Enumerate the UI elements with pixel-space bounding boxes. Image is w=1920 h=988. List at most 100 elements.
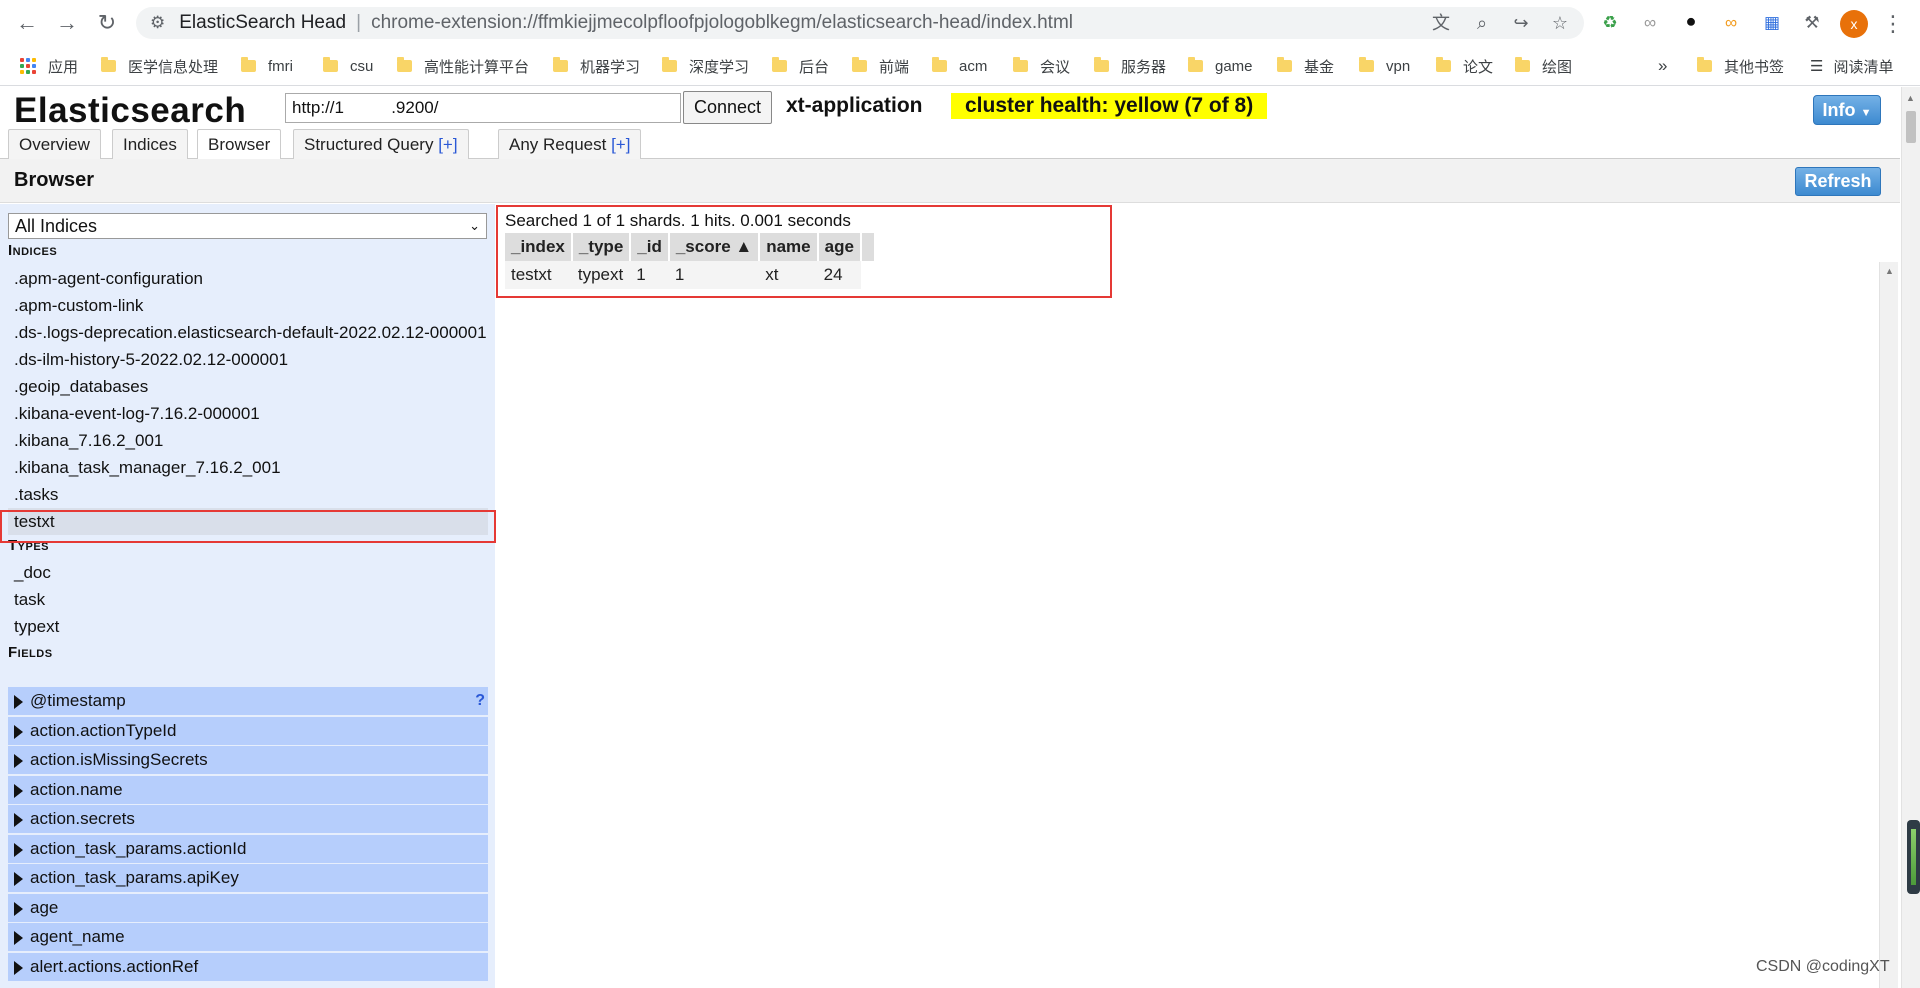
other-bookmarks-label: 其他书签: [1724, 58, 1785, 76]
tab-label: Overview: [19, 135, 90, 154]
bookmark-folder[interactable]: 论文: [1436, 54, 1493, 78]
results-scrollbar[interactable]: ▲: [1879, 262, 1898, 988]
bookmark-folder[interactable]: 服务器: [1094, 54, 1166, 78]
other-bookmarks[interactable]: 其他书签: [1697, 54, 1784, 78]
bookmark-label: 高性能计算平台: [424, 58, 530, 76]
refresh-button[interactable]: Refresh: [1795, 167, 1881, 196]
extension-infinity-icon[interactable]: ∞: [1638, 11, 1662, 35]
tab-indices[interactable]: Indices: [112, 129, 188, 159]
scrollbar-thumb[interactable]: [1906, 111, 1916, 143]
bookmark-folder[interactable]: vpn: [1359, 54, 1410, 78]
bookmarks-bar: 应用 医学信息处理 fmri csu 高性能计算平台 机器学习 深度学习 后台 …: [0, 46, 1920, 86]
extension-recycle-icon[interactable]: ♻: [1598, 11, 1622, 35]
search-summary: Searched 1 of 1 shards. 1 hits. 0.001 se…: [505, 211, 851, 230]
bookmark-folder[interactable]: 基金: [1277, 54, 1334, 78]
field-label: alert.actions.actionRef: [30, 957, 199, 976]
field-item[interactable]: action.actionTypeId: [8, 717, 488, 745]
bookmark-folder[interactable]: 后台: [772, 54, 829, 78]
bookmark-folder[interactable]: acm: [932, 54, 987, 78]
expand-triangle-icon: [14, 754, 23, 768]
bookmark-folder[interactable]: 高性能计算平台: [397, 54, 529, 78]
extension-key-icon[interactable]: ⚫: [1679, 11, 1703, 35]
field-item[interactable]: action_task_params.apiKey: [8, 864, 488, 892]
expand-triangle-icon: [14, 902, 23, 916]
folder-icon: [1436, 57, 1451, 72]
reading-list-label: 阅读清单: [1833, 58, 1894, 76]
bookmark-folder[interactable]: csu: [323, 54, 373, 78]
bookmark-folder[interactable]: 深度学习: [662, 54, 749, 78]
tab-structured-query[interactable]: Structured Query [+]: [293, 129, 469, 159]
tab-label: Structured Query: [304, 135, 434, 154]
bookmark-folder[interactable]: 医学信息处理: [101, 54, 218, 78]
extension-co-icon[interactable]: ∞: [1719, 11, 1743, 35]
table-header-row: _index _type _id _score ▲ name age: [505, 233, 876, 261]
connect-button[interactable]: Connect: [683, 91, 772, 124]
cluster-url-input[interactable]: [285, 93, 681, 123]
address-bar[interactable]: ⚙ ElasticSearch Head | chrome-extension:…: [136, 7, 1584, 39]
tab-add-icon: [+]: [438, 135, 458, 154]
reload-icon[interactable]: ↻: [92, 8, 122, 38]
field-label: action.actionTypeId: [30, 721, 177, 740]
bookmark-folder[interactable]: 会议: [1013, 54, 1070, 78]
folder-icon: [1188, 57, 1203, 72]
column-header[interactable]: _type: [571, 233, 632, 261]
table-row[interactable]: testxt typext 1 1 xt 24: [505, 261, 875, 289]
field-label: action.secrets: [30, 809, 135, 828]
field-item[interactable]: alert.actions.actionRef: [8, 953, 488, 981]
back-arrow-icon[interactable]: ←: [12, 8, 42, 38]
field-item[interactable]: @timestamp?: [8, 687, 488, 715]
extension-puzzle-icon: ⚙: [150, 13, 166, 32]
bookmark-folder[interactable]: fmri: [241, 54, 293, 78]
cluster-name: xt-application: [786, 94, 923, 117]
info-dropdown-button[interactable]: Info ▼: [1813, 95, 1881, 125]
bookmark-folder[interactable]: 绘图: [1515, 54, 1572, 78]
bookmarks-overflow-chevron-icon[interactable]: »: [1658, 54, 1667, 78]
extension-chart-icon[interactable]: ▦: [1760, 11, 1784, 35]
bookmark-folder[interactable]: 前端: [852, 54, 909, 78]
tab-browser[interactable]: Browser: [197, 129, 282, 160]
field-label: agent_name: [30, 927, 125, 946]
translate-icon[interactable]: 文: [1430, 12, 1452, 34]
apps-icon: [20, 58, 36, 74]
share-icon[interactable]: ↪: [1510, 12, 1532, 34]
bookmark-label: 服务器: [1121, 58, 1167, 76]
caret-down-icon: ▼: [1860, 107, 1872, 119]
scroll-up-arrow-icon[interactable]: ▲: [1885, 266, 1894, 276]
scroll-up-arrow-icon[interactable]: ▲: [1906, 93, 1915, 103]
reading-list[interactable]: ☰ 阅读清单: [1810, 54, 1893, 78]
chrome-menu-icon[interactable]: ⋮: [1882, 10, 1904, 38]
cluster-health-badge: cluster health: yellow (7 of 8): [951, 93, 1268, 119]
column-header-sorted[interactable]: _score ▲: [668, 233, 761, 261]
bookmark-apps[interactable]: 应用: [20, 54, 78, 78]
browser-header: Browser Refresh: [0, 159, 1900, 203]
field-item[interactable]: action.secrets: [8, 805, 488, 833]
forward-arrow-icon[interactable]: →: [52, 8, 82, 38]
profile-avatar[interactable]: x: [1840, 10, 1868, 38]
tab-any-request[interactable]: Any Request [+]: [498, 129, 642, 159]
extensions-puzzle-icon[interactable]: ⚒: [1800, 11, 1824, 35]
column-header[interactable]: name: [759, 233, 819, 261]
field-item[interactable]: action.isMissingSecrets: [8, 746, 488, 774]
tab-overview[interactable]: Overview: [8, 129, 101, 159]
bookmark-folder[interactable]: game: [1188, 54, 1253, 78]
field-item[interactable]: action_task_params.actionId: [8, 835, 488, 863]
table-cell: 24: [817, 261, 861, 289]
zoom-icon[interactable]: ⌕: [1471, 12, 1493, 34]
star-bookmark-icon[interactable]: ☆: [1549, 12, 1571, 34]
field-label: action.isMissingSecrets: [30, 750, 208, 769]
field-item[interactable]: agent_name: [8, 923, 488, 951]
field-item[interactable]: age: [8, 894, 488, 922]
help-icon[interactable]: ?: [475, 687, 485, 715]
info-label: Info: [1822, 100, 1856, 120]
bookmark-folder[interactable]: 机器学习: [553, 54, 640, 78]
column-header[interactable]: age: [817, 233, 862, 261]
column-header[interactable]: _index: [505, 233, 573, 261]
watermark: CSDN @codingXT: [1756, 958, 1890, 975]
table-cell: testxt: [505, 261, 572, 289]
expand-triangle-icon: [14, 695, 23, 709]
column-header[interactable]: _id: [630, 233, 670, 261]
expand-triangle-icon: [14, 931, 23, 945]
tab-add-icon: [+]: [611, 135, 631, 154]
tab-label: Indices: [123, 135, 177, 154]
field-item[interactable]: action.name: [8, 776, 488, 804]
